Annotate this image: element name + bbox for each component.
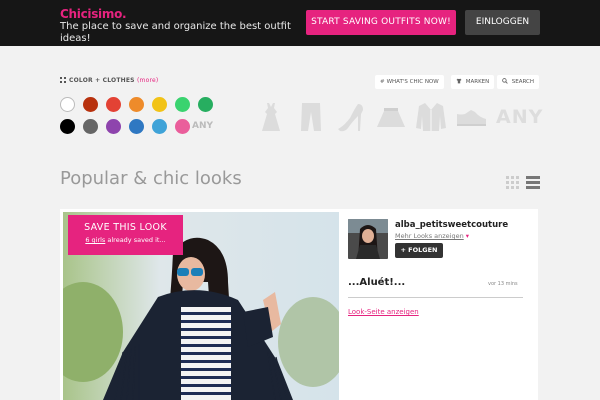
username[interactable]: alba_petitsweetcouture [395,220,508,230]
more-filters-link[interactable]: (more) [137,77,158,84]
color-swatch[interactable] [83,97,98,112]
hash-icon: # [380,79,385,85]
color-swatch[interactable] [175,119,190,134]
brands-button[interactable]: MARKEN [451,75,495,89]
dress-icon[interactable] [259,102,283,136]
top-bar: Chicisimo. The place to save and organiz… [0,0,600,46]
save-this-look-button[interactable]: SAVE THIS LOOK 6 girls already saved it.… [68,215,183,255]
look-page-link[interactable]: Look-Seite anzeigen [348,308,419,316]
look-title: ...Aluét!... [348,277,406,288]
search-button[interactable]: SEARCH [497,75,540,89]
whats-chic-now-button[interactable]: # WHAT'S CHIC NOW [375,75,444,89]
color-swatch[interactable] [106,97,121,112]
color-swatch[interactable] [106,119,121,134]
follow-button[interactable]: + FOLGEN [395,243,443,258]
list-view-icon[interactable] [526,175,540,189]
any-clothes-option[interactable]: ANY [496,106,543,128]
color-swatch[interactable] [129,119,144,134]
jacket-icon[interactable] [415,102,447,136]
grid-view-icon[interactable] [506,175,520,189]
divider [348,297,523,298]
color-clothes-filter-label: COLOR + CLOTHES (more) [60,77,158,84]
color-swatch[interactable] [152,97,167,112]
search-icon [502,78,510,85]
color-swatch[interactable] [83,119,98,134]
tshirt-icon [456,78,464,85]
avatar[interactable] [348,219,388,259]
color-swatch[interactable] [198,97,213,112]
saved-count-link[interactable]: 6 girls [85,236,105,244]
section-title: Popular & chic looks [60,168,242,189]
skirt-icon[interactable] [375,102,407,136]
color-swatch[interactable] [60,97,75,112]
color-swatch[interactable] [175,97,190,112]
heels-icon[interactable] [336,102,366,136]
login-button[interactable]: EINLOGGEN [465,10,540,35]
more-looks-link[interactable]: Mehr Looks anzeigen ▾ [395,232,469,240]
start-saving-button[interactable]: START SAVING OUTFITS NOW! [306,10,456,35]
look-timestamp: vor 13 mins [488,281,518,287]
caret-down-icon: ▾ [465,232,469,240]
logo[interactable]: Chicisimo. [60,7,127,21]
any-color-option[interactable]: ANY [192,121,213,131]
tagline: The place to save and organize the best … [60,21,291,44]
color-swatch[interactable] [152,119,167,134]
pants-icon[interactable] [299,102,323,136]
grid-icon [60,77,66,83]
color-swatch[interactable] [60,119,75,134]
color-swatch[interactable] [129,97,144,112]
sneaker-icon[interactable] [455,108,487,132]
